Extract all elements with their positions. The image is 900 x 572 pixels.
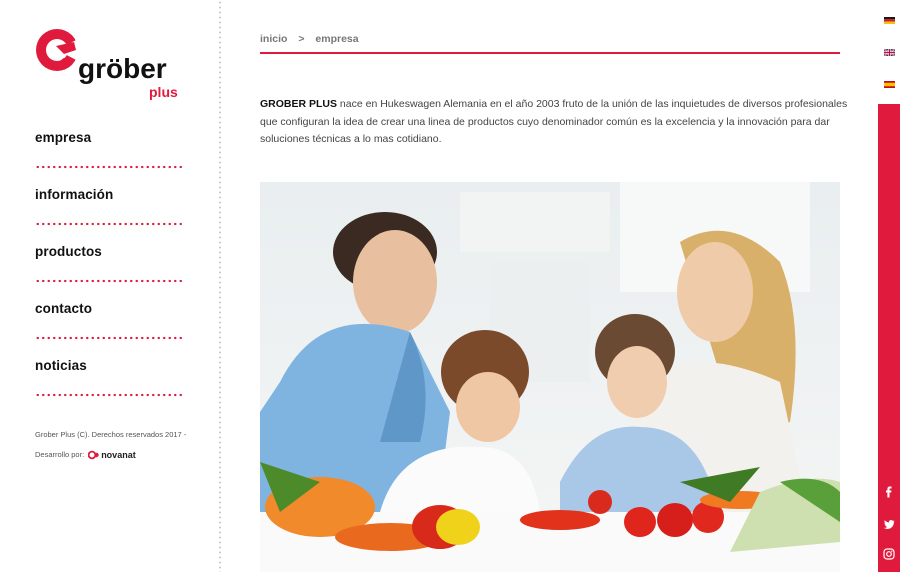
sidebar-divider [219, 0, 221, 572]
breadcrumb-underline [260, 52, 840, 54]
spanish-flag-icon[interactable] [884, 81, 895, 88]
nav-item-empresa[interactable]: empresa [35, 112, 182, 169]
breadcrumb-separator: > [298, 33, 305, 45]
nav-item-label: información [35, 187, 114, 202]
nav-item-label: contacto [35, 301, 93, 316]
nav-divider [35, 393, 182, 397]
instagram-icon[interactable] [883, 548, 895, 560]
nav-item-informacion[interactable]: información [35, 169, 182, 226]
novanat-link[interactable]: novanat [88, 445, 136, 465]
facebook-icon[interactable] [883, 486, 895, 498]
twitter-icon[interactable] [883, 518, 895, 530]
nav-item-label: productos [35, 244, 102, 259]
language-selector [878, 0, 900, 104]
sidebar-footer: Grober Plus (C). Derechos reservados 201… [35, 425, 186, 465]
right-bar [878, 0, 900, 572]
sidebar: gröber plus empresa información producto… [0, 0, 221, 572]
developer-credit: Desarrollo por: novanat [35, 445, 186, 465]
breadcrumb: inicio > empresa [260, 33, 367, 45]
novanat-brand: novanat [101, 450, 136, 460]
social-strip [878, 104, 900, 572]
developer-label: Desarrollo por: [35, 450, 85, 459]
nav-item-label: empresa [35, 130, 92, 145]
logo-word: gröber [78, 53, 167, 84]
grober-logo[interactable]: gröber plus [34, 28, 184, 102]
logo-sub: plus [149, 84, 178, 100]
copyright-text: Grober Plus (C). Derechos reservados 201… [35, 430, 187, 439]
nav-item-contacto[interactable]: contacto [35, 283, 182, 340]
breadcrumb-home[interactable]: inicio [260, 33, 287, 45]
intro-brand: GROBER PLUS [260, 98, 338, 110]
novanat-logo-icon [88, 450, 99, 460]
logo-mark-icon [36, 29, 80, 71]
nav-item-productos[interactable]: productos [35, 226, 182, 283]
hero-image [260, 182, 840, 572]
breadcrumb-current: empresa [315, 33, 359, 45]
main-nav: empresa información productos contacto n… [35, 112, 182, 397]
intro-text: nace en Hukeswagen Alemania en el año 20… [260, 98, 848, 145]
nav-item-noticias[interactable]: noticias [35, 340, 182, 397]
german-flag-icon[interactable] [884, 17, 895, 24]
nav-item-label: noticias [35, 358, 87, 373]
intro-paragraph: GROBER PLUS nace en Hukeswagen Alemania … [260, 96, 850, 149]
uk-flag-icon[interactable] [884, 49, 895, 56]
